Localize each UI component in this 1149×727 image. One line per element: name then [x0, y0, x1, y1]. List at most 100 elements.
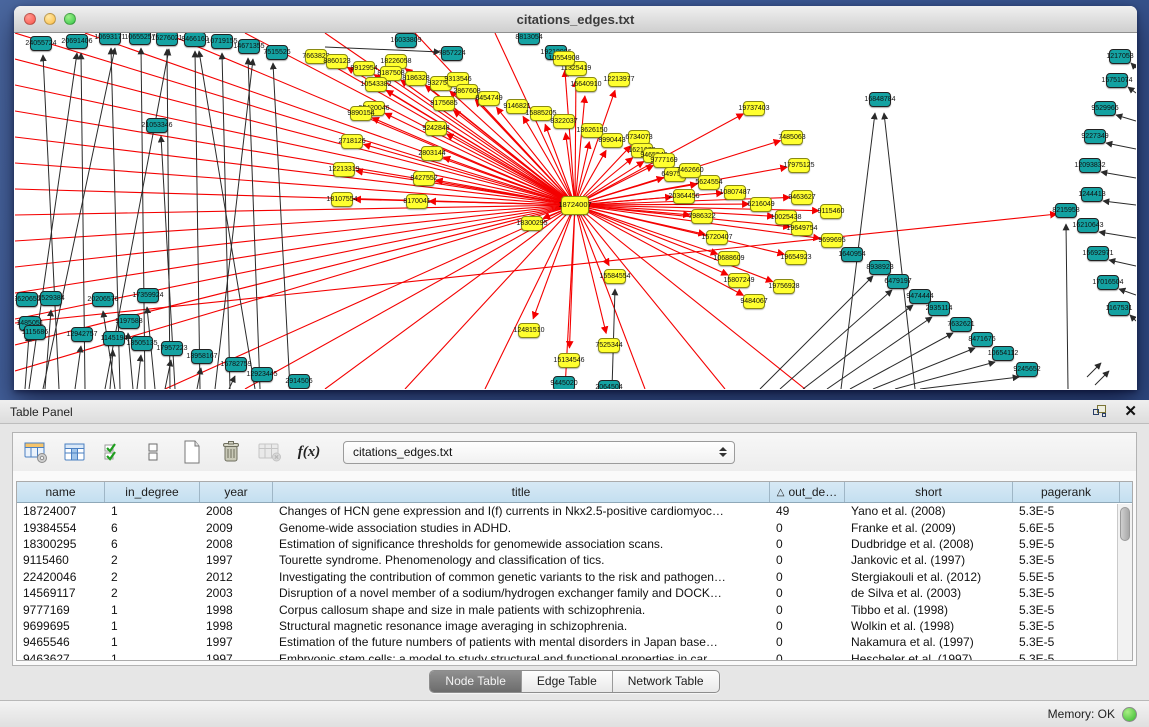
graph-node[interactable]: 10655257	[129, 33, 151, 45]
table-selector-dropdown[interactable]: citations_edges.txt	[343, 441, 735, 464]
graph-node[interactable]: 15276021	[156, 33, 178, 46]
graph-node[interactable]: 20364456	[673, 189, 695, 204]
graph-node[interactable]: 15751074	[1106, 73, 1128, 88]
graph-node[interactable]: 15720407	[706, 230, 728, 245]
graph-node[interactable]: 7857224	[441, 46, 463, 61]
tab-edge-table[interactable]: Edge Table	[522, 671, 613, 692]
function-builder-button[interactable]: f(x)	[296, 439, 322, 465]
graph-node[interactable]: 8466160	[184, 33, 206, 47]
graph-node[interactable]: 10654112	[992, 346, 1014, 361]
graph-node[interactable]: 12093832	[1079, 158, 1101, 173]
graph-node[interactable]: 12942757	[71, 327, 93, 342]
table-row[interactable]: 977716911998Corpus callosum shape and si…	[17, 601, 1132, 617]
graph-node[interactable]: 8170041	[406, 194, 428, 209]
zoom-window-icon[interactable]	[64, 13, 76, 25]
graph-node[interactable]: 2064504	[598, 380, 620, 390]
graph-node[interactable]: 14671355	[238, 39, 260, 54]
graph-node[interactable]: 7986322	[691, 209, 713, 224]
table-row[interactable]: 1938455462009Genome-wide association stu…	[17, 519, 1132, 535]
graph-node[interactable]: 1244413	[1081, 187, 1103, 202]
tab-node-table[interactable]: Node Table	[430, 671, 522, 692]
graph-node[interactable]: 7462660	[679, 163, 701, 178]
delete-list-icon[interactable]	[218, 439, 244, 465]
graph-node[interactable]: 17016504	[1097, 275, 1119, 290]
graph-node[interactable]: 7525344	[598, 338, 620, 353]
graph-node[interactable]: 9529966	[1094, 101, 1116, 116]
close-window-icon[interactable]	[24, 13, 36, 25]
graph-node[interactable]: 5624554	[698, 175, 720, 190]
graph-node[interactable]: 15807249	[728, 273, 750, 288]
graph-node[interactable]: 15885205	[530, 106, 552, 121]
graph-node[interactable]: 8860123	[326, 54, 348, 69]
table-row[interactable]: 946362711997Embryonic stem cells: a mode…	[17, 651, 1132, 661]
graph-node[interactable]: 12213319	[333, 162, 355, 177]
window-titlebar[interactable]: citations_edges.txt	[14, 6, 1137, 33]
graph-node[interactable]: 16848784	[869, 92, 891, 107]
vertical-scrollbar[interactable]	[1117, 504, 1132, 660]
table-row[interactable]: 1872400712008Changes of HCN gene express…	[17, 503, 1132, 519]
graph-node[interactable]: 7632621	[950, 317, 972, 332]
graph-node[interactable]: 9197588	[118, 314, 140, 329]
graph-node[interactable]: 19737403	[743, 101, 765, 116]
show-columns-icon[interactable]	[62, 439, 88, 465]
graph-node[interactable]: 2718126	[341, 134, 363, 149]
graph-node[interactable]: 9227349	[1084, 129, 1106, 144]
graph-node[interactable]: 2620655	[16, 292, 38, 307]
graph-node[interactable]: 12923445	[251, 367, 273, 382]
graph-hub-node[interactable]: 18724007	[561, 196, 589, 215]
graph-node[interactable]: 10719155	[211, 34, 233, 49]
graph-node[interactable]: 10693171	[99, 33, 121, 45]
select-columns-icon[interactable]	[101, 439, 127, 465]
graph-node[interactable]: 20206576	[92, 292, 114, 307]
graph-node[interactable]: 9115460	[820, 204, 842, 219]
graph-node[interactable]: 6479197	[887, 274, 909, 289]
graph-node[interactable]: 19654923	[785, 250, 807, 265]
table-mode-icon[interactable]	[23, 439, 49, 465]
close-panel-icon[interactable]: ✕	[1124, 404, 1137, 419]
graph-node[interactable]: 10807487	[724, 185, 746, 200]
graph-node[interactable]: 21053346	[146, 118, 168, 133]
graph-node[interactable]: 12213977	[608, 72, 630, 87]
column-header-short[interactable]: short	[845, 482, 1013, 502]
graph-node[interactable]: 1529384	[40, 291, 62, 306]
graph-node[interactable]: 7485063	[781, 130, 803, 145]
table-row[interactable]: 946554611997Estimation of the future num…	[17, 634, 1132, 650]
graph-node[interactable]: 15692971	[1087, 246, 1109, 261]
graph-node[interactable]: 8215958	[1055, 203, 1077, 218]
graph-node[interactable]: 15584554	[604, 269, 626, 284]
table-row[interactable]: 1456911722003Disruption of a novel membe…	[17, 585, 1132, 601]
graph-node[interactable]: 8186328	[405, 71, 427, 86]
graph-node[interactable]: 20691406	[66, 34, 88, 49]
graph-node[interactable]: 8175685	[433, 96, 455, 111]
graph-node[interactable]: 8471676	[971, 332, 993, 347]
create-table-icon[interactable]	[179, 439, 205, 465]
graph-node[interactable]: 16782759	[225, 357, 247, 372]
table-row[interactable]: 969969511998Structural magnetic resonanc…	[17, 618, 1132, 634]
graph-node[interactable]: 10554908	[553, 51, 575, 66]
scrollbar-thumb[interactable]	[1120, 507, 1130, 541]
graph-node[interactable]: 15640910	[575, 77, 597, 92]
graph-node[interactable]: 9242848	[425, 121, 447, 136]
graph-node[interactable]: 2803144	[421, 146, 443, 161]
graph-node[interactable]: 8427552	[413, 171, 435, 186]
graph-node[interactable]: 17359924	[137, 288, 159, 303]
graph-node[interactable]: 16210643	[1077, 218, 1099, 233]
column-header-year[interactable]: year	[200, 482, 273, 502]
minimize-window-icon[interactable]	[44, 13, 56, 25]
graph-node[interactable]: 1640954	[841, 247, 863, 262]
graph-node[interactable]: 8813054	[518, 33, 540, 45]
column-header-in_degree[interactable]: in_degree	[105, 482, 200, 502]
graph-node[interactable]: 12481510	[518, 323, 540, 338]
graph-node[interactable]: 10688609	[718, 251, 740, 266]
column-header-name[interactable]: name	[17, 482, 105, 502]
graph-node[interactable]: 8938923	[869, 260, 891, 275]
graph-node[interactable]: 2914506	[288, 374, 310, 389]
graph-node[interactable]: 9484067	[743, 294, 765, 309]
table-row[interactable]: 911546021997Tourette syndrome. Phenomeno…	[17, 552, 1132, 568]
graph-node[interactable]: 8322037	[553, 114, 575, 129]
graph-node[interactable]: 9245652	[1016, 362, 1038, 377]
graph-node[interactable]: 1167531	[1108, 301, 1130, 316]
column-header-pagerank[interactable]: pagerank	[1013, 482, 1120, 502]
graph-node[interactable]: 13958167	[191, 349, 213, 364]
tab-network-table[interactable]: Network Table	[613, 671, 719, 692]
